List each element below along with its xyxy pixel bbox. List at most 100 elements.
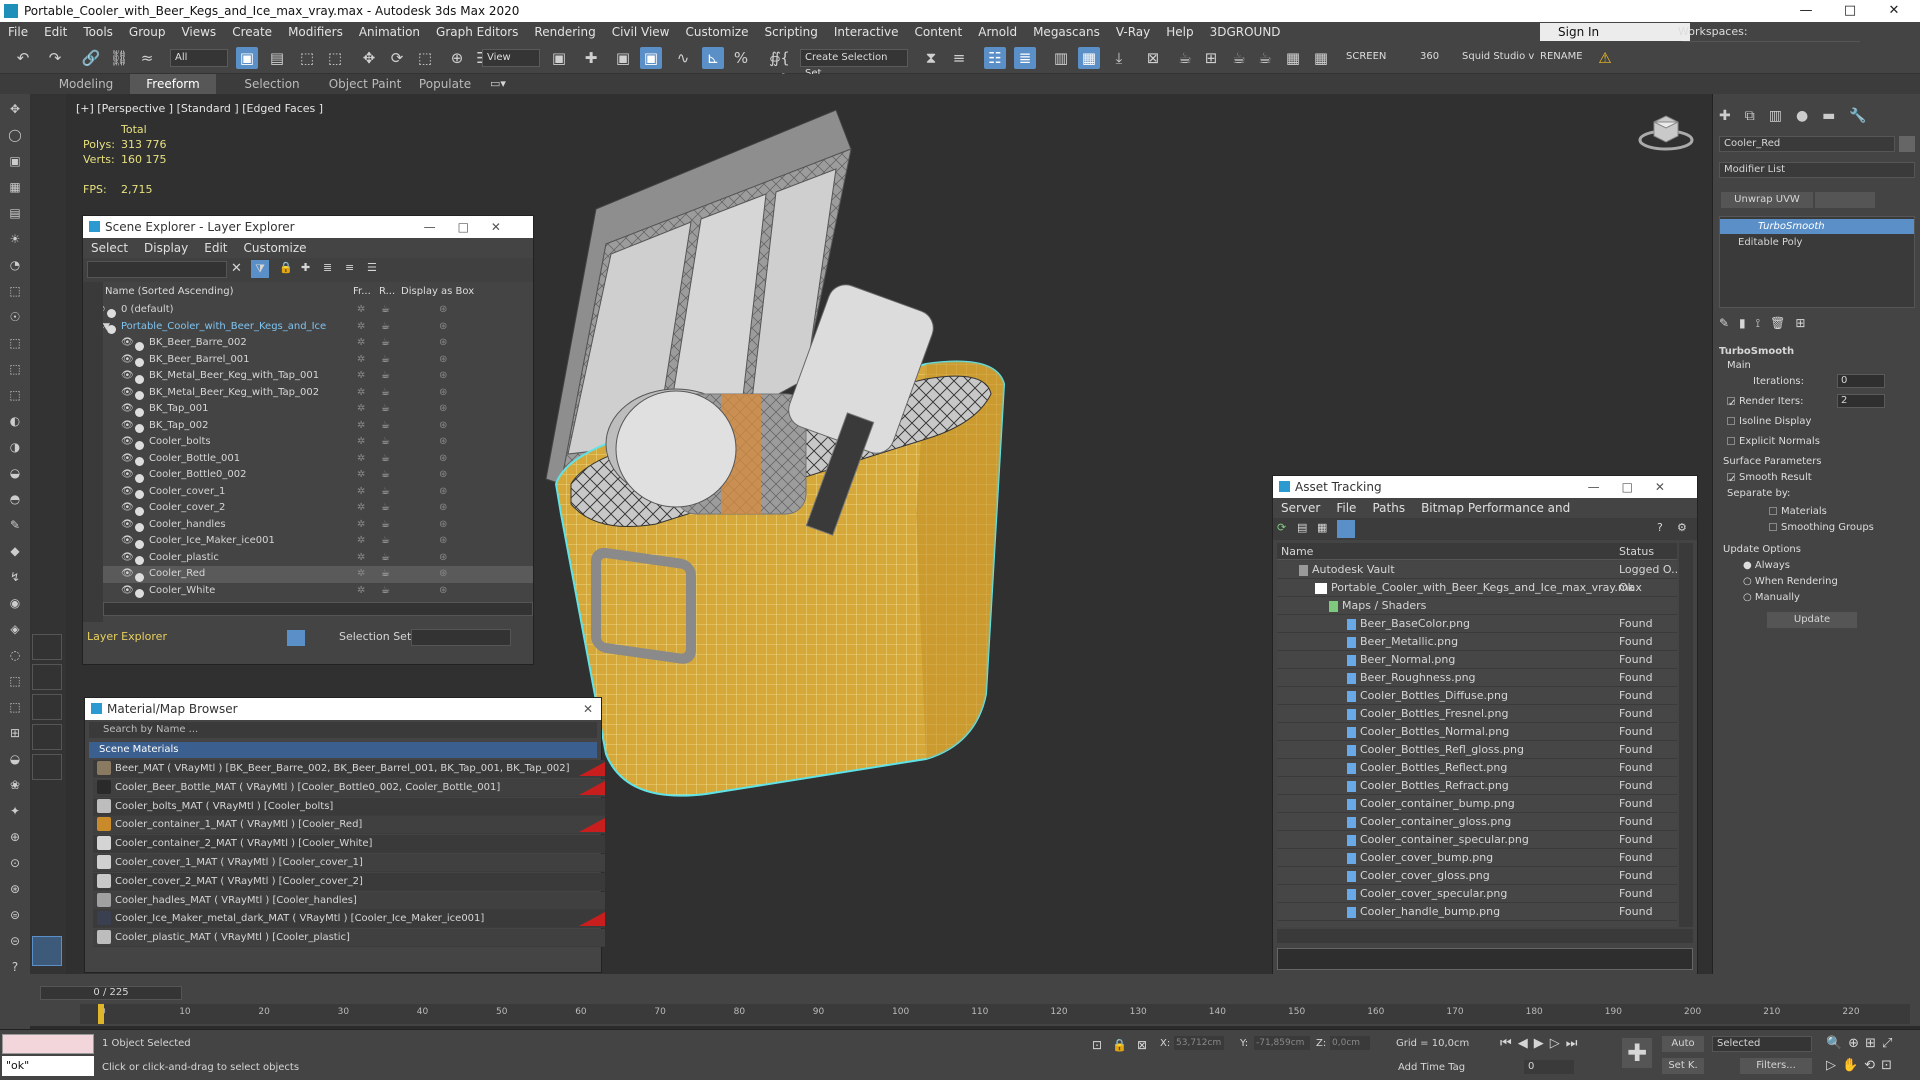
unwrap-uvw-button[interactable]: Unwrap UVW	[1721, 192, 1813, 208]
edit-selection-icon[interactable]: { }	[774, 47, 796, 89]
smooth-result-row[interactable]: ✓ Smooth Result	[1727, 472, 1812, 485]
toolbar-tool-icon[interactable]: ⊠	[1142, 47, 1164, 69]
display-box-icon[interactable]: ⊛	[439, 484, 447, 500]
side-tool-icon[interactable]: ◒	[5, 464, 25, 482]
side-tool-icon[interactable]: ☉	[5, 308, 25, 326]
modifier-button[interactable]	[1815, 192, 1875, 208]
display-box-icon[interactable]: ⊛	[439, 302, 447, 318]
toolbar-tool-icon[interactable]: ↷	[44, 47, 66, 69]
asset-tracking-titlebar[interactable]: Asset Tracking —□✕	[1273, 476, 1697, 498]
toolbar-tool-icon[interactable]: 🔗	[80, 47, 102, 69]
visibility-eye-icon[interactable]: 👁	[121, 434, 134, 450]
material-row[interactable]: Beer_MAT ( VRayMtl ) [BK_Beer_Barre_002,…	[93, 760, 605, 778]
side-tool-icon[interactable]: ⬚	[5, 698, 25, 716]
checkbox[interactable]: ✓	[1727, 397, 1736, 409]
side-tool-icon[interactable]: ⊝	[5, 932, 25, 950]
current-frame-field[interactable]: 0	[1524, 1060, 1574, 1074]
col-name[interactable]: Name (Sorted Ascending)	[105, 286, 234, 297]
scene-object-row[interactable]: 👁 Cooler_Red ✲ ☕ ⊛	[103, 566, 533, 583]
freeze-icon[interactable]: ✲	[357, 352, 365, 368]
time-marker[interactable]	[98, 1004, 104, 1024]
time-slider[interactable]: 0 / 225	[40, 986, 182, 1000]
menu-scripting[interactable]: Scripting	[756, 25, 825, 39]
se-menu-select[interactable]: Select	[91, 241, 128, 255]
display-box-icon[interactable]: ⊛	[439, 517, 447, 533]
menu-arnold[interactable]: Arnold	[970, 25, 1025, 39]
side-tool-icon[interactable]: ✥	[5, 100, 25, 118]
window-controls[interactable]: —□✕	[424, 216, 523, 238]
scene-object-row[interactable]: 👁 BK_Tap_001 ✲ ☕ ⊛	[103, 401, 533, 418]
maxscript-listener[interactable]	[2, 1034, 94, 1054]
set-key-icon[interactable]: ✚	[1622, 1038, 1652, 1068]
layers-icon[interactable]: ≣	[323, 261, 332, 274]
display-box-icon[interactable]: ⊛	[439, 467, 447, 483]
render-teapot-icon[interactable]: ☕	[381, 319, 390, 335]
side-tool-icon[interactable]: ◈	[5, 620, 25, 638]
ribbon-tab-freeform[interactable]: Freeform	[130, 74, 216, 94]
layers-icon[interactable]	[287, 630, 305, 646]
side-tool-icon[interactable]: ✦	[5, 802, 25, 820]
horizontal-scrollbar[interactable]	[103, 602, 533, 616]
menu-3dground[interactable]: 3DGROUND	[1202, 25, 1289, 39]
asset-row[interactable]: Cooler_Bottles_Fresnel.png Found	[1277, 705, 1677, 723]
side-tool-icon[interactable]: ❀	[5, 776, 25, 794]
scene-object-row[interactable]: 👁 Cooler_bolts ✲ ☕ ⊛	[103, 434, 533, 451]
ribbon-tab-modeling[interactable]: Modeling	[30, 74, 142, 94]
material-row[interactable]: Cooler_container_2_MAT ( VRayMtl ) [Cool…	[93, 835, 605, 854]
freeze-icon[interactable]: ✲	[357, 368, 365, 384]
add-time-tag[interactable]: Add Time Tag	[1398, 1062, 1465, 1073]
toolbar-tool-icon[interactable]: ▥	[1050, 47, 1072, 69]
freeze-icon[interactable]: ✲	[357, 533, 365, 549]
update-button[interactable]: Update	[1767, 612, 1857, 628]
screen-label[interactable]: SCREEN	[1346, 51, 1386, 62]
display-box-icon[interactable]: ⊛	[439, 352, 447, 368]
toolbar-tool-icon[interactable]: ▣	[236, 47, 258, 69]
menu-rendering[interactable]: Rendering	[526, 25, 603, 39]
toolbar-tool-icon[interactable]: ⬚	[414, 47, 436, 69]
menu-file[interactable]: File	[0, 25, 36, 39]
at-menu-paths[interactable]: Paths	[1372, 501, 1405, 515]
freeze-icon[interactable]: ✲	[357, 319, 365, 335]
freeze-icon[interactable]: ✲	[357, 401, 365, 417]
toolbar-tool-icon[interactable]: %	[730, 47, 752, 69]
side-tool-icon[interactable]: ⬚	[5, 672, 25, 690]
ribbon-options-icon[interactable]: ▭▾	[490, 77, 506, 90]
render-teapot-icon[interactable]: ☕	[381, 583, 390, 599]
command-panel-tabs[interactable]: ✚⧉▥●▬🔧	[1719, 108, 1915, 126]
menu-customize[interactable]: Customize	[677, 25, 756, 39]
display-box-icon[interactable]: ⊛	[439, 533, 447, 549]
asset-row[interactable]: Portable_Cooler_with_Beer_Kegs_and_Ice_m…	[1277, 579, 1677, 597]
stack-item-turbosmooth[interactable]: TurboSmooth	[1720, 219, 1914, 234]
side-tool-icon[interactable]: ◓	[5, 490, 25, 508]
render-teapot-icon[interactable]: ☕	[381, 500, 390, 516]
col-status[interactable]: Status	[1619, 543, 1654, 560]
visibility-eye-icon[interactable]: 👁	[121, 566, 134, 582]
checkbox[interactable]	[1727, 417, 1735, 425]
scene-object-row[interactable]: 👁 Cooler_cover_2 ✲ ☕ ⊛	[103, 500, 533, 517]
menu-megascans[interactable]: Megascans	[1025, 25, 1108, 39]
visibility-eye-icon[interactable]: 👁	[121, 583, 134, 599]
render-teapot-icon[interactable]: ☕	[381, 467, 390, 483]
display-box-icon[interactable]: ⊛	[439, 550, 447, 566]
freeze-icon[interactable]: ✲	[357, 302, 365, 318]
render-teapot-icon[interactable]: ☕	[381, 418, 390, 434]
freeze-icon[interactable]: ✲	[357, 418, 365, 434]
render-teapot-icon[interactable]: ☕	[381, 434, 390, 450]
menu-interactive[interactable]: Interactive	[826, 25, 907, 39]
toolbar-tool-icon[interactable]: ✥	[358, 47, 380, 69]
render-teapot-icon[interactable]: ☕	[381, 566, 390, 582]
horizontal-scrollbar[interactable]	[1277, 929, 1693, 943]
isoline-row[interactable]: Isoline Display	[1727, 416, 1811, 427]
menu-civil-view[interactable]: Civil View	[604, 25, 678, 39]
asset-row[interactable]: Cooler_cover_specular.png Found	[1277, 885, 1677, 903]
clear-search-icon[interactable]: ✕	[231, 261, 242, 276]
reference-coord-dropdown[interactable]: View	[482, 49, 540, 67]
toolbar-tool-icon[interactable]: ▦	[1282, 47, 1304, 69]
asset-row[interactable]: Beer_BaseColor.png Found	[1277, 615, 1677, 633]
toolbar-tool-icon[interactable]: ↶	[12, 47, 34, 69]
side-tool-icon[interactable]: ◉	[5, 594, 25, 612]
maxscript-output[interactable]: "ok"	[2, 1056, 94, 1076]
selection-set-dropdown[interactable]	[411, 629, 511, 646]
toolbar-tool-icon[interactable]: ≈	[136, 47, 158, 69]
material-row[interactable]: Cooler_Beer_Bottle_MAT ( VRayMtl ) [Cool…	[93, 778, 605, 797]
